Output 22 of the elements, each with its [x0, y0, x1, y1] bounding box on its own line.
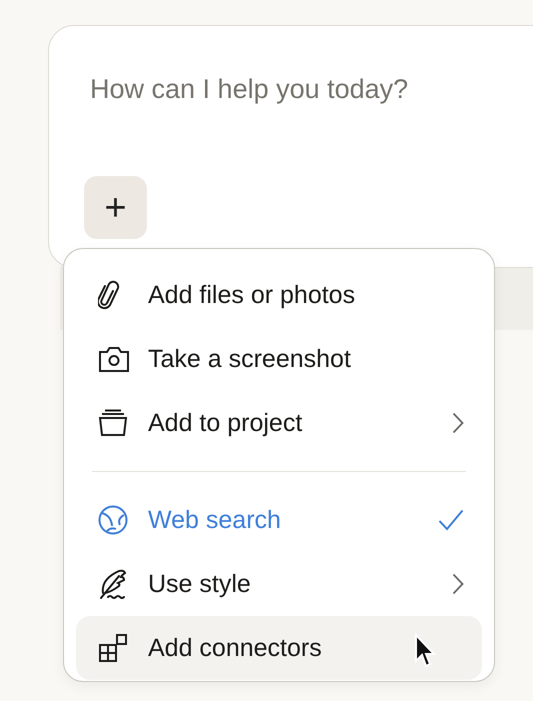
menu-item-label: Add to project: [148, 408, 302, 438]
menu-item[interactable]: Add connectors: [76, 616, 482, 680]
add-button[interactable]: +: [84, 176, 147, 239]
menu-item-label: Use style: [148, 570, 251, 598]
menu-item[interactable]: Use style: [76, 552, 482, 616]
stack-icon: [98, 409, 128, 437]
mouse-pointer-icon: [414, 633, 436, 669]
paperclip-icon: [98, 279, 120, 311]
checkmark-icon: [438, 509, 464, 531]
menu-item[interactable]: Add files or photos: [76, 263, 482, 327]
menu-item-label: Web search: [148, 506, 281, 534]
prompt-input-field[interactable]: How can I help you today?: [84, 74, 510, 114]
menu-item[interactable]: Add to project: [76, 391, 482, 455]
menu-item-label: Add connectors: [148, 634, 322, 662]
chevron-right-icon: [452, 412, 464, 434]
blocks-icon: [98, 633, 128, 663]
menu-item-label: Take a screenshot: [148, 344, 351, 374]
chevron-right-icon: [452, 573, 464, 595]
menu-item-label: Add files or photos: [148, 280, 356, 310]
menu-item[interactable]: Take a screenshot: [76, 327, 482, 391]
menu-item[interactable]: Web search: [76, 488, 482, 552]
camera-icon: [98, 345, 130, 373]
